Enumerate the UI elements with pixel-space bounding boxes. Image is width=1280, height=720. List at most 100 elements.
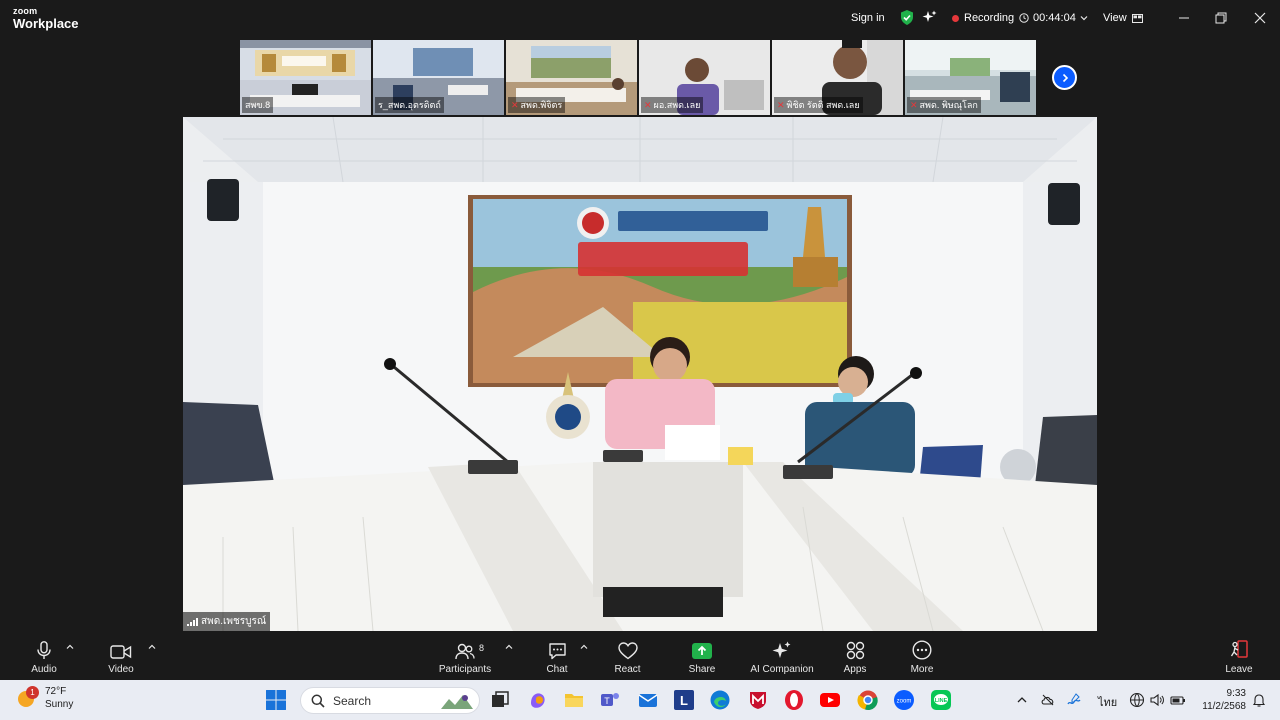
participant-name-label: ✕ พิชิต รัตติ สพด.เลย <box>774 97 863 113</box>
share-screen-icon <box>692 643 712 659</box>
apps-button[interactable]: Apps <box>840 631 870 680</box>
zoom-window: zoom Workplace Sign in Recording 00:44:0… <box>0 0 1280 720</box>
opera-browser-icon[interactable] <box>783 689 805 711</box>
participant-name: สพด. พิษณุโลก <box>919 100 978 110</box>
pen-input-icon[interactable] <box>1066 692 1082 708</box>
apps-icon <box>846 641 864 660</box>
microphone-icon <box>37 641 51 659</box>
edge-browser-icon[interactable] <box>709 689 731 711</box>
line-app-icon[interactable]: LINE <box>930 689 952 711</box>
chat-options-caret-icon[interactable] <box>580 644 588 650</box>
chat-label: Chat <box>546 664 568 675</box>
participants-icon <box>455 643 475 660</box>
participant-name-label: ✕ สพด.พิจิตร <box>508 97 566 113</box>
meeting-controls: Audio Video Participants 8 Chat React Sh… <box>0 631 1280 680</box>
timer-value: 00:44:04 <box>1033 12 1076 24</box>
participants-options-caret-icon[interactable] <box>505 644 513 650</box>
participant-name: สพข.8 <box>245 100 271 110</box>
minimize-icon[interactable] <box>1177 11 1191 25</box>
meeting-timer[interactable]: 00:44:04 <box>1019 12 1088 24</box>
video-button[interactable]: Video <box>105 631 137 680</box>
signal-strength-icon <box>187 617 198 626</box>
copilot-icon[interactable] <box>527 689 549 711</box>
windows-start-icon[interactable] <box>265 689 287 711</box>
audio-options-caret-icon[interactable] <box>66 644 74 650</box>
mic-muted-icon: ✕ <box>910 99 918 110</box>
weather-condition: Sunny <box>45 699 74 710</box>
brand-bottom: Workplace <box>13 16 79 31</box>
weather-temp: 72°F <box>45 686 67 697</box>
zoom-logo: zoom Workplace <box>13 6 79 31</box>
zoom-app-icon[interactable]: zoom <box>893 689 915 711</box>
restore-icon[interactable] <box>1214 11 1228 25</box>
encryption-shield-icon[interactable] <box>900 10 914 25</box>
weather-badge: 1 <box>26 686 39 699</box>
notifications-bell-icon[interactable] <box>1251 692 1267 708</box>
network-globe-icon[interactable] <box>1129 692 1145 708</box>
participant-thumbnail[interactable]: ร_สพด.อุตรดิตถ์ <box>373 40 504 115</box>
participant-name-label: ร_สพด.อุตรดิตถ์ <box>375 97 444 113</box>
chevron-down-icon <box>1080 16 1088 21</box>
taskbar-search-box[interactable]: Search <box>300 687 480 714</box>
weather-widget[interactable]: 1 72°F Sunny <box>17 685 73 711</box>
brand-top: zoom <box>13 6 38 16</box>
participants-label: Participants <box>438 664 492 675</box>
tray-overflow-chevron-icon[interactable] <box>1014 692 1030 708</box>
battery-icon[interactable] <box>1170 692 1186 708</box>
file-explorer-icon[interactable] <box>563 689 585 711</box>
share-label: Share <box>688 664 716 675</box>
view-label: View <box>1103 12 1127 24</box>
leave-button[interactable]: Leave <box>1224 631 1254 680</box>
task-view-icon[interactable] <box>489 689 511 711</box>
participant-name-label: ✕ สพด. พิษณุโลก <box>907 97 981 113</box>
meeting-room-scene <box>183 117 1097 631</box>
view-button[interactable]: View <box>1103 12 1143 24</box>
ai-sparkle-icon[interactable] <box>922 10 937 25</box>
youtube-icon[interactable] <box>819 689 841 711</box>
participant-thumbnail[interactable]: ✕ สพด. พิษณุโลก <box>905 40 1036 115</box>
search-icon <box>311 694 325 708</box>
chat-button[interactable]: Chat <box>541 631 573 680</box>
ai-companion-label: AI Companion <box>750 664 814 675</box>
participant-name-label: สพข.8 <box>242 97 274 113</box>
volume-icon[interactable] <box>1149 692 1165 708</box>
close-icon[interactable] <box>1253 11 1267 25</box>
participant-name: พิชิต รัตติ สพด.เลย <box>786 100 860 110</box>
participant-thumbnail[interactable]: ✕ สพด.พิจิตร <box>506 40 637 115</box>
active-speaker-video[interactable]: สพด.เพชรบูรณ์ <box>183 117 1097 631</box>
mic-muted-icon: ✕ <box>777 99 785 110</box>
clock-date: 11/2/2568 <box>1202 701 1246 712</box>
clock-icon <box>1019 13 1029 23</box>
participant-thumbnail[interactable]: สพข.8 <box>240 40 371 115</box>
participants-button[interactable]: Participants <box>436 631 494 680</box>
mic-muted-icon: ✕ <box>511 99 519 110</box>
participant-thumbnail[interactable]: ✕ ผอ.สพด.เลย <box>639 40 770 115</box>
cloud-sync-icon[interactable] <box>1040 692 1056 708</box>
react-button[interactable]: React <box>610 631 645 680</box>
l-app-icon[interactable]: L <box>673 689 695 711</box>
audio-button[interactable]: Audio <box>28 631 60 680</box>
participant-thumbnail[interactable]: ✕ พิชิต รัตติ สพด.เลย <box>772 40 903 115</box>
mcafee-icon[interactable] <box>747 689 769 711</box>
teams-icon[interactable]: T <box>599 689 621 711</box>
recording-indicator[interactable]: Recording <box>952 12 1014 24</box>
title-bar: zoom Workplace Sign in Recording 00:44:0… <box>0 0 1280 38</box>
participant-name-label: ✕ ผอ.สพด.เลย <box>641 97 704 113</box>
video-options-caret-icon[interactable] <box>148 644 156 650</box>
chrome-browser-icon[interactable] <box>857 689 879 711</box>
weather-text: 72°F Sunny <box>45 685 73 711</box>
sign-in-link[interactable]: Sign in <box>851 12 885 24</box>
clock-time: 9:33 <box>1226 688 1246 699</box>
share-button[interactable]: Share <box>684 631 720 680</box>
next-page-button[interactable] <box>1052 65 1077 90</box>
system-clock[interactable]: 9:33 11/2/2568 <box>1194 687 1246 713</box>
more-button[interactable]: More <box>907 631 937 680</box>
ai-companion-button[interactable]: AI Companion <box>747 631 817 680</box>
windows-taskbar: 1 72°F Sunny Search T L zoom LINE ไทย 9:… <box>0 680 1280 720</box>
mail-icon[interactable] <box>637 689 659 711</box>
more-label: More <box>910 664 934 675</box>
svg-text:zoom: zoom <box>897 699 912 705</box>
input-language-indicator[interactable]: ไทย <box>1098 693 1117 711</box>
active-speaker-name: สพด.เพชรบูรณ์ <box>201 616 267 627</box>
active-speaker-label: สพด.เพชรบูรณ์ <box>183 612 271 631</box>
